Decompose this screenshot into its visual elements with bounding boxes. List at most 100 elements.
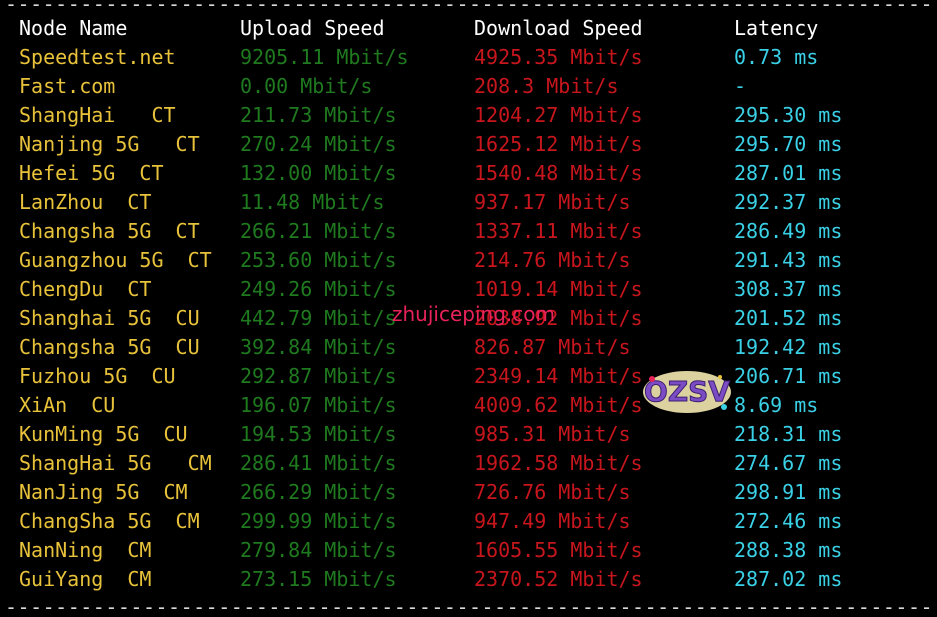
node-name-cell: XiAn CU bbox=[19, 393, 116, 417]
download-speed-cell: 726.76 Mbit/s bbox=[474, 480, 631, 504]
latency-cell: - bbox=[734, 74, 747, 98]
bottom-divider: ----------------------------------------… bbox=[5, 597, 932, 617]
latency-cell: 295.70 ms bbox=[734, 132, 843, 156]
node-name-cell: NanJing 5G CM bbox=[19, 480, 188, 504]
header-download-speed: Download Speed bbox=[474, 16, 643, 40]
download-speed-cell: 214.76 Mbit/s bbox=[474, 248, 631, 272]
upload-speed-cell: 270.24 Mbit/s bbox=[240, 132, 397, 156]
download-speed-cell: 947.49 Mbit/s bbox=[474, 509, 631, 533]
download-speed-cell: 826.87 Mbit/s bbox=[474, 335, 631, 359]
latency-cell: 287.01 ms bbox=[734, 161, 843, 185]
download-speed-cell: 4009.62 Mbit/s bbox=[474, 393, 643, 417]
node-name-cell: ShangHai 5G CM bbox=[19, 451, 212, 475]
node-name-cell: LanZhou CT bbox=[19, 190, 152, 214]
upload-speed-cell: 442.79 Mbit/s bbox=[240, 306, 397, 330]
latency-cell: 8.69 ms bbox=[734, 393, 819, 417]
table-row: Changsha 5G CU 392.84 Mbit/s 826.87 Mbit/s… bbox=[0, 333, 937, 362]
upload-speed-cell: 266.29 Mbit/s bbox=[240, 480, 397, 504]
upload-speed-cell: 273.15 Mbit/s bbox=[240, 567, 397, 591]
node-name-cell: KunMing 5G CU bbox=[19, 422, 188, 446]
table-row: Nanjing 5G CT 270.24 Mbit/s 1625.12 Mbit/s… bbox=[0, 130, 937, 159]
download-speed-cell: 2370.52 Mbit/s bbox=[474, 567, 643, 591]
table-row: Hefei 5G CT 132.00 Mbit/s 1540.48 Mbit/s 28… bbox=[0, 159, 937, 188]
latency-cell: 218.31 ms bbox=[734, 422, 843, 446]
node-name-cell: Nanjing 5G CT bbox=[19, 132, 200, 156]
table-row: GuiYang CM 273.15 Mbit/s 2370.52 Mbit/s 287… bbox=[0, 565, 937, 594]
node-name-cell: Fuzhou 5G CU bbox=[19, 364, 176, 388]
node-name-cell: Changsha 5G CT bbox=[19, 219, 200, 243]
download-speed-cell: 1540.48 Mbit/s bbox=[474, 161, 643, 185]
upload-speed-cell: 266.21 Mbit/s bbox=[240, 219, 397, 243]
header-node-name: Node Name bbox=[19, 16, 128, 40]
table-row: Changsha 5G CT 266.21 Mbit/s 1337.11 Mbit/… bbox=[0, 217, 937, 246]
node-name-cell: Guangzhou 5G CT bbox=[19, 248, 212, 272]
node-name-cell: Speedtest.net bbox=[19, 45, 176, 69]
table-row: LanZhou CT 11.48 Mbit/s 937.17 Mbit/s 292.3… bbox=[0, 188, 937, 217]
upload-speed-cell: 0.00 Mbit/s bbox=[240, 74, 373, 98]
table-row: Speedtest.net 9205.11 Mbit/s 4925.35 Mbit/… bbox=[0, 43, 937, 72]
download-speed-cell: 2349.14 Mbit/s bbox=[474, 364, 643, 388]
table-row: NanJing 5G CM 266.29 Mbit/s 726.76 Mbit/s 2… bbox=[0, 478, 937, 507]
download-speed-cell: 208.3 Mbit/s bbox=[474, 74, 619, 98]
download-speed-cell: 1337.11 Mbit/s bbox=[474, 219, 643, 243]
latency-cell: 272.46 ms bbox=[734, 509, 843, 533]
upload-speed-cell: 249.26 Mbit/s bbox=[240, 277, 397, 301]
ozsv-logo: OZSV bbox=[643, 371, 731, 413]
node-name-cell: ShangHai CT bbox=[19, 103, 176, 127]
upload-speed-cell: 292.87 Mbit/s bbox=[240, 364, 397, 388]
svg-text:OZSV: OZSV bbox=[644, 375, 730, 408]
upload-speed-cell: 279.84 Mbit/s bbox=[240, 538, 397, 562]
upload-speed-cell: 11.48 Mbit/s bbox=[240, 190, 385, 214]
latency-cell: 291.43 ms bbox=[734, 248, 843, 272]
table-row: ShangHai 5G CM 286.41 Mbit/s 1962.58 Mbit/… bbox=[0, 449, 937, 478]
table-row: NanNing CM 279.84 Mbit/s 1605.55 Mbit/s 288… bbox=[0, 536, 937, 565]
node-name-cell: Fast.com bbox=[19, 74, 116, 98]
latency-cell: 192.42 ms bbox=[734, 335, 843, 359]
upload-speed-cell: 211.73 Mbit/s bbox=[240, 103, 397, 127]
latency-cell: 295.30 ms bbox=[734, 103, 843, 127]
download-speed-cell: 937.17 Mbit/s bbox=[474, 190, 631, 214]
watermark-text: zhujiceping.com bbox=[392, 302, 555, 326]
upload-speed-cell: 299.99 Mbit/s bbox=[240, 509, 397, 533]
upload-speed-cell: 253.60 Mbit/s bbox=[240, 248, 397, 272]
node-name-cell: Hefei 5G CT bbox=[19, 161, 164, 185]
table-row: Guangzhou 5G CT 253.60 Mbit/s 214.76 Mbit/… bbox=[0, 246, 937, 275]
table-row: ShangHai CT 211.73 Mbit/s 1204.27 Mbit/s 29… bbox=[0, 101, 937, 130]
latency-cell: 298.91 ms bbox=[734, 480, 843, 504]
node-name-cell: GuiYang CM bbox=[19, 567, 152, 591]
latency-cell: 206.71 ms bbox=[734, 364, 843, 388]
latency-cell: 308.37 ms bbox=[734, 277, 843, 301]
table-row: Fuzhou 5G CU 292.87 Mbit/s 2349.14 Mbit/s 2… bbox=[0, 362, 937, 391]
table-row: ChangSha 5G CM 299.99 Mbit/s 947.49 Mbit/s… bbox=[0, 507, 937, 536]
table-row: ChengDu CT 249.26 Mbit/s 1019.14 Mbit/s 308… bbox=[0, 275, 937, 304]
node-name-cell: ChengDu CT bbox=[19, 277, 152, 301]
header-latency: Latency bbox=[734, 16, 819, 40]
node-name-cell: NanNing CM bbox=[19, 538, 152, 562]
latency-cell: 201.52 ms bbox=[734, 306, 843, 330]
node-name-cell: Shanghai 5G CU bbox=[19, 306, 200, 330]
download-speed-cell: 1962.58 Mbit/s bbox=[474, 451, 643, 475]
node-name-cell: Changsha 5G CU bbox=[19, 335, 200, 359]
download-speed-cell: 985.31 Mbit/s bbox=[474, 422, 631, 446]
upload-speed-cell: 9205.11 Mbit/s bbox=[240, 45, 409, 69]
upload-speed-cell: 132.00 Mbit/s bbox=[240, 161, 397, 185]
download-speed-cell: 1605.55 Mbit/s bbox=[474, 538, 643, 562]
top-divider: ----------------------------------------… bbox=[5, 0, 932, 14]
upload-speed-cell: 392.84 Mbit/s bbox=[240, 335, 397, 359]
download-speed-cell: 1204.27 Mbit/s bbox=[474, 103, 643, 127]
download-speed-cell: 1019.14 Mbit/s bbox=[474, 277, 643, 301]
upload-speed-cell: 196.07 Mbit/s bbox=[240, 393, 397, 417]
header-upload-speed: Upload Speed bbox=[240, 16, 385, 40]
table-row: XiAn CU 196.07 Mbit/s 4009.62 Mbit/s 8.69 m… bbox=[0, 391, 937, 420]
latency-cell: 288.38 ms bbox=[734, 538, 843, 562]
latency-cell: 287.02 ms bbox=[734, 567, 843, 591]
upload-speed-cell: 286.41 Mbit/s bbox=[240, 451, 397, 475]
latency-cell: 274.67 ms bbox=[734, 451, 843, 475]
upload-speed-cell: 194.53 Mbit/s bbox=[240, 422, 397, 446]
latency-cell: 0.73 ms bbox=[734, 45, 819, 69]
download-speed-cell: 1625.12 Mbit/s bbox=[474, 132, 643, 156]
latency-cell: 286.49 ms bbox=[734, 219, 843, 243]
download-speed-cell: 4925.35 Mbit/s bbox=[474, 45, 643, 69]
table-row: KunMing 5G CU 194.53 Mbit/s 985.31 Mbit/s 2… bbox=[0, 420, 937, 449]
header-row: Node Name Upload Speed Download Speed La… bbox=[0, 14, 937, 43]
